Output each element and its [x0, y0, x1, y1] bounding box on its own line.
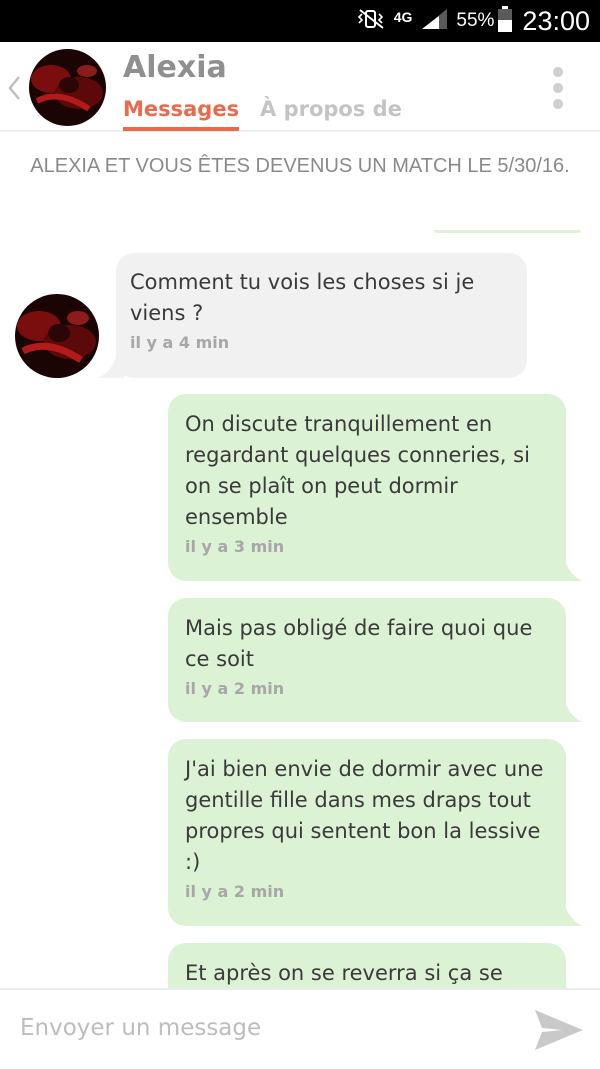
message-time: il y a 3 min: [185, 537, 285, 556]
message-time: il y a 2 min: [185, 679, 285, 698]
message-text: J'ai bien envie de dormir avec une genti…: [185, 757, 544, 874]
match-notice: ALEXIA ET VOUS ÊTES DEVENUS UN MATCH LE …: [30, 155, 570, 177]
send-button[interactable]: [532, 1006, 586, 1054]
contact-name[interactable]: Alexia: [123, 50, 227, 85]
message-bubble-incoming[interactable]: Comment tu vois les choses si je viens ?…: [116, 253, 527, 378]
tab-about[interactable]: À propos de: [260, 97, 402, 121]
status-icons: 4G 55% 23:00: [348, 0, 590, 42]
status-bar: 4G 55% 23:00: [0, 0, 600, 42]
clock: 23:00: [522, 5, 590, 36]
message-text: Comment tu vois les choses si je viens ?: [130, 270, 475, 325]
signal-icon: [420, 7, 450, 35]
message-input[interactable]: [14, 1004, 526, 1052]
avatar[interactable]: [29, 49, 106, 126]
tab-messages[interactable]: Messages: [123, 97, 240, 131]
message-text: Et après on se reverra si ça se: [185, 961, 503, 985]
message-text: Mais pas obligé de faire quoi que ce soi…: [185, 616, 533, 671]
message-time: il y a 2 min: [185, 882, 285, 901]
message-bubble-outgoing[interactable]: Mais pas obligé de faire quoi que ce soi…: [168, 598, 566, 722]
back-chevron-icon[interactable]: [6, 74, 22, 106]
message-composer: [0, 988, 600, 1069]
message-avatar[interactable]: [15, 294, 99, 378]
more-vert-icon[interactable]: [552, 66, 564, 114]
message-text: On discute tranquillement en regardant q…: [185, 412, 530, 529]
message-bubble-outgoing[interactable]: J'ai bien envie de dormir avec une genti…: [168, 739, 566, 926]
network-4g-icon: 4G: [393, 9, 413, 25]
message-bubble-outgoing[interactable]: On discute tranquillement en regardant q…: [168, 394, 566, 581]
message-time: il y a 4 min: [130, 333, 230, 352]
previous-message-edge: [434, 230, 581, 233]
battery-percent: 55%: [456, 10, 495, 31]
battery-icon: [498, 6, 513, 36]
chat-header: Alexia Messages À propos de: [0, 42, 600, 132]
mute-vibrate-icon: [356, 8, 386, 34]
send-icon: [535, 1010, 583, 1050]
